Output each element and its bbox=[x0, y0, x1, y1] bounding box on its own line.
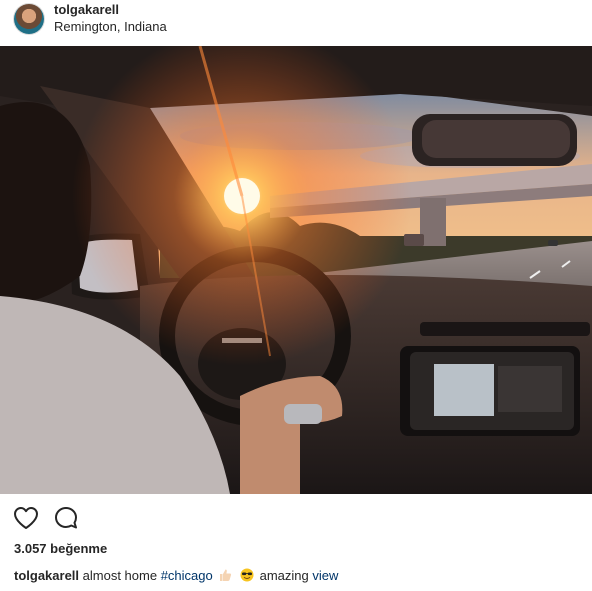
likes-count[interactable]: 3.057 beğenme bbox=[14, 541, 107, 556]
post-location[interactable]: Remington, Indiana bbox=[54, 19, 167, 34]
heart-icon[interactable] bbox=[12, 504, 40, 532]
caption-text-after: amazing bbox=[259, 568, 309, 583]
avatar[interactable] bbox=[14, 4, 44, 34]
post-actions bbox=[0, 504, 592, 536]
post-header: tolgakarell Remington, Indiana bbox=[0, 0, 592, 46]
caption-text: almost home bbox=[82, 568, 158, 583]
post-caption: tolgakarell almost home #chicago amazing… bbox=[14, 568, 338, 583]
comment-icon[interactable] bbox=[52, 504, 80, 532]
thumbs-up-icon bbox=[220, 569, 232, 581]
post-photo[interactable] bbox=[0, 46, 592, 494]
caption-view-link[interactable]: view bbox=[312, 568, 338, 583]
post-username[interactable]: tolgakarell bbox=[54, 2, 119, 17]
caption-hashtag[interactable]: #chicago bbox=[161, 568, 213, 583]
smiling-face-with-sunglasses-icon bbox=[240, 568, 254, 582]
caption-username[interactable]: tolgakarell bbox=[14, 568, 79, 583]
